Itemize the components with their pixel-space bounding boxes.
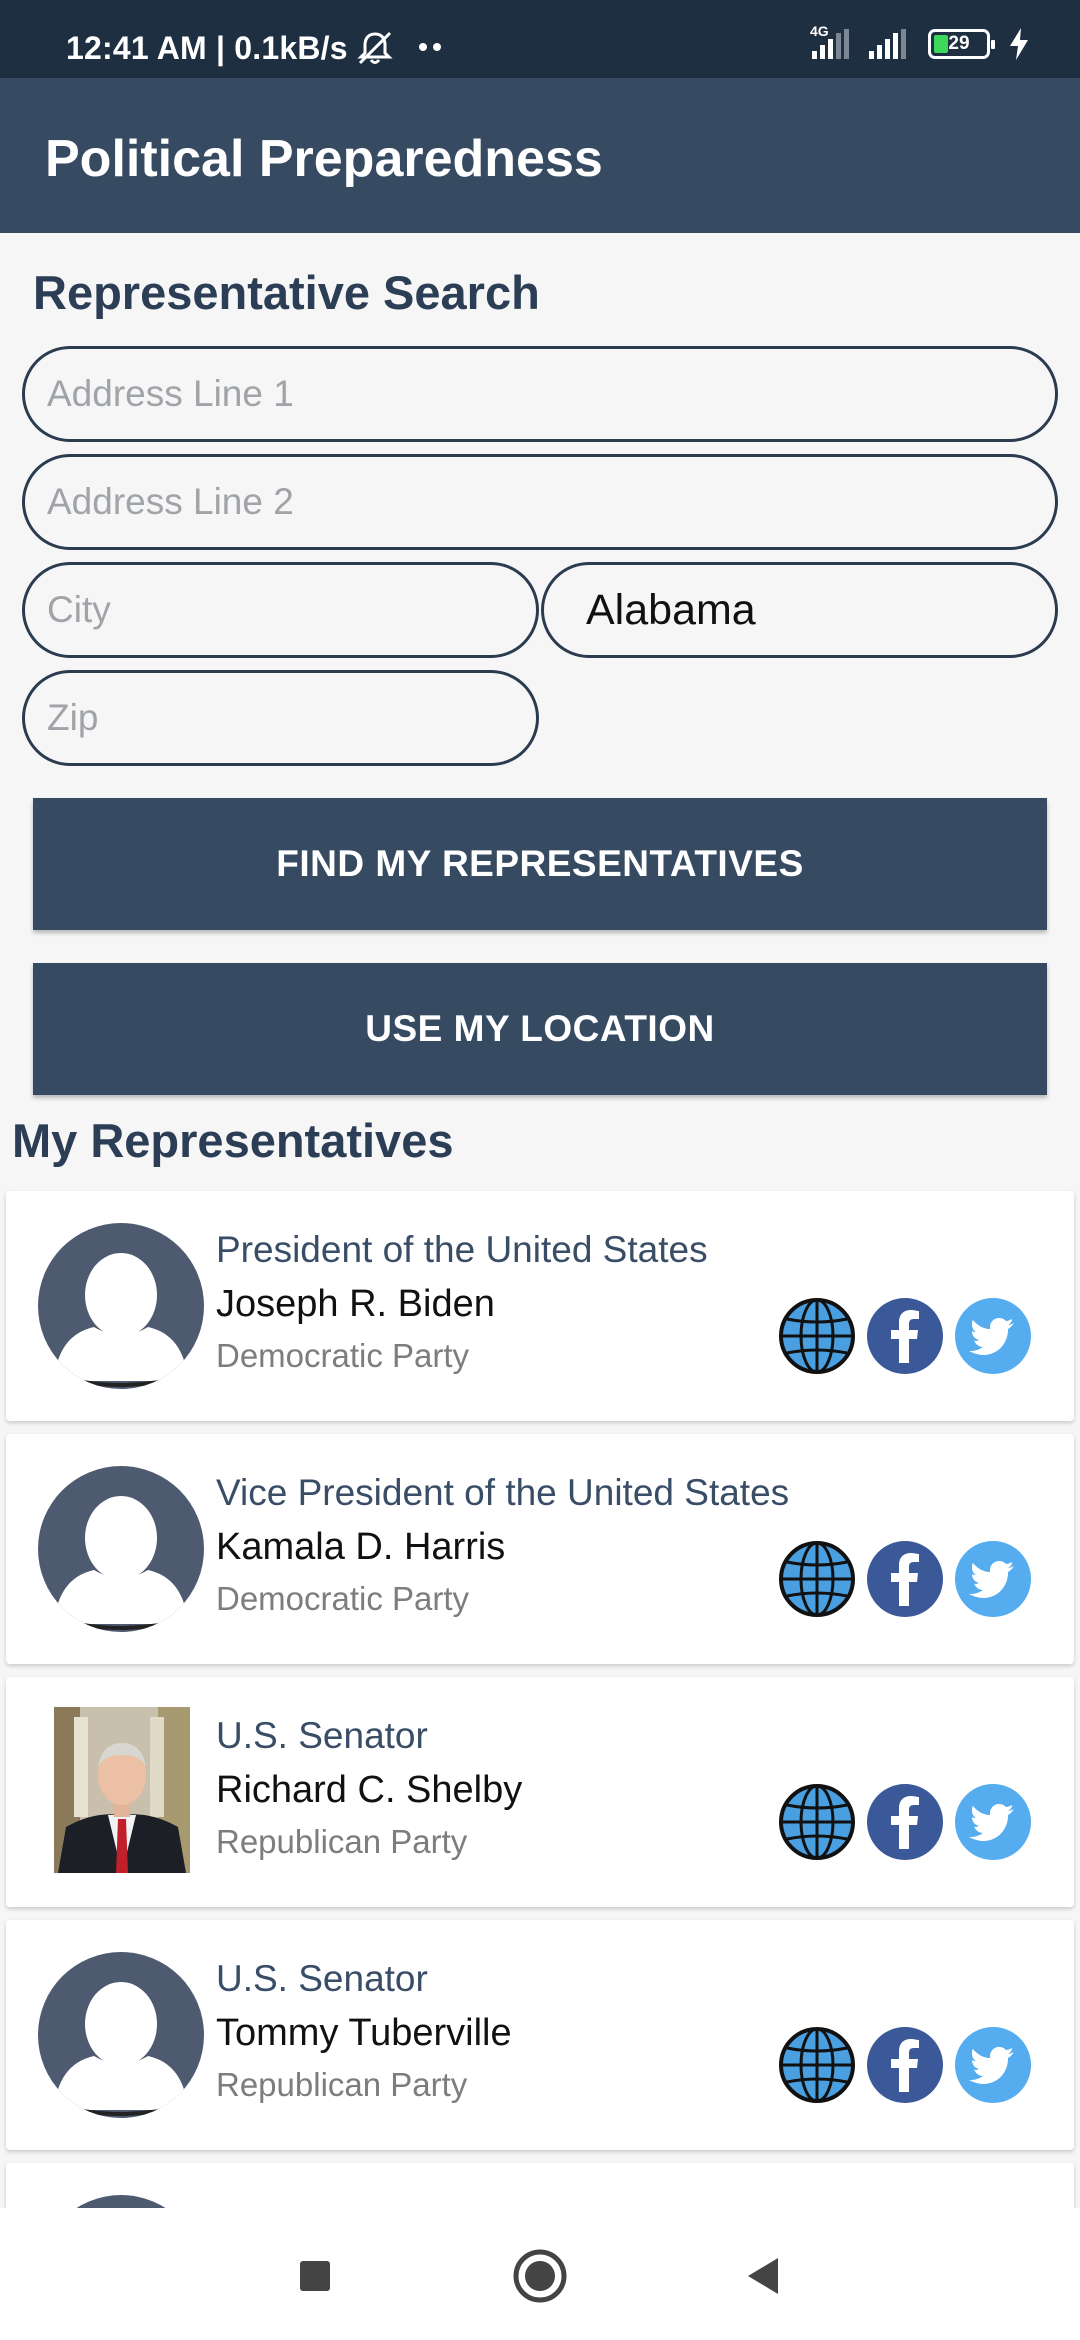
avatar bbox=[38, 1952, 204, 2118]
globe-icon[interactable] bbox=[778, 1540, 856, 1618]
photo-portrait bbox=[54, 1707, 190, 1873]
more-dots-icon bbox=[419, 43, 441, 51]
representative-party: Democratic Party bbox=[216, 1337, 470, 1374]
back-button[interactable] bbox=[733, 2246, 793, 2306]
representative-name: Kamala D. Harris bbox=[216, 1526, 506, 1568]
facebook-icon[interactable] bbox=[866, 1540, 944, 1618]
avatar-placeholder-icon bbox=[52, 1494, 190, 1630]
globe-icon[interactable] bbox=[778, 1297, 856, 1375]
representatives-section-title: My Representatives bbox=[12, 1114, 454, 1167]
representative-office: President of the United States bbox=[216, 1229, 708, 1270]
app-bar: Political Preparedness bbox=[0, 78, 1080, 233]
address-line-2-input[interactable] bbox=[22, 454, 1058, 550]
recents-square-icon bbox=[300, 2261, 330, 2291]
globe-icon[interactable] bbox=[778, 2026, 856, 2104]
avatar bbox=[38, 1466, 204, 1632]
representative-party: Republican Party bbox=[216, 1823, 468, 1860]
representative-photo bbox=[54, 1707, 190, 1873]
find-representatives-button[interactable]: FIND MY REPRESENTATIVES bbox=[33, 798, 1047, 930]
app-title: Political Preparedness bbox=[45, 130, 603, 188]
representative-card[interactable]: Vice President of the United States Kama… bbox=[6, 1434, 1074, 1664]
twitter-icon[interactable] bbox=[954, 1783, 1032, 1861]
back-triangle-icon bbox=[748, 2258, 778, 2294]
avatar-placeholder-icon bbox=[52, 1251, 190, 1387]
address-line-1-input[interactable] bbox=[22, 346, 1058, 442]
representative-party: Democratic Party bbox=[216, 1580, 470, 1617]
representative-office: Vice President of the United States bbox=[216, 1472, 790, 1513]
representative-card[interactable]: U.S. Senator Richard C. Shelby Republica… bbox=[6, 1677, 1074, 1907]
network-label: 4G bbox=[810, 23, 829, 39]
system-nav-bar bbox=[0, 2208, 1080, 2340]
twitter-icon[interactable] bbox=[954, 2026, 1032, 2104]
charging-icon bbox=[1010, 28, 1028, 60]
use-my-location-button[interactable]: USE MY LOCATION bbox=[33, 963, 1047, 1095]
twitter-icon[interactable] bbox=[954, 1540, 1032, 1618]
mute-bell-icon bbox=[357, 31, 393, 65]
globe-icon[interactable] bbox=[778, 1783, 856, 1861]
representative-office: U.S. Senator bbox=[216, 1715, 428, 1756]
twitter-icon[interactable] bbox=[954, 1297, 1032, 1375]
battery-icon: 29 bbox=[928, 29, 995, 59]
home-circle-icon bbox=[513, 2249, 567, 2303]
status-bar: 12:41 AM | 0.1kB/s 4G 29 bbox=[0, 0, 1080, 78]
status-time: 12:41 AM | 0.1kB/s bbox=[66, 30, 348, 66]
representative-card[interactable]: U.S. Senator Tommy Tuberville Republican… bbox=[6, 1920, 1074, 2150]
avatar-placeholder-icon bbox=[52, 1980, 190, 2116]
facebook-icon[interactable] bbox=[866, 2026, 944, 2104]
signal-icon bbox=[869, 29, 906, 59]
state-select[interactable]: Alabama bbox=[541, 562, 1058, 658]
representative-name: Richard C. Shelby bbox=[216, 1769, 523, 1811]
battery-percent: 29 bbox=[948, 33, 970, 54]
state-select-value: Alabama bbox=[586, 585, 756, 634]
representative-name: Tommy Tuberville bbox=[216, 2012, 512, 2054]
representative-card[interactable]: President of the United States Joseph R.… bbox=[6, 1191, 1074, 1421]
facebook-icon[interactable] bbox=[866, 1297, 944, 1375]
search-section-title: Representative Search bbox=[33, 266, 540, 319]
facebook-icon[interactable] bbox=[866, 1783, 944, 1861]
representative-name: Joseph R. Biden bbox=[216, 1283, 495, 1325]
recents-button[interactable] bbox=[285, 2246, 345, 2306]
home-button[interactable] bbox=[510, 2246, 570, 2306]
representative-party: Republican Party bbox=[216, 2066, 468, 2103]
representative-office: U.S. Senator bbox=[216, 1958, 428, 1999]
avatar bbox=[38, 1223, 204, 1389]
city-input[interactable] bbox=[22, 562, 539, 658]
zip-input[interactable] bbox=[22, 670, 539, 766]
signal-4g-icon: 4G bbox=[810, 23, 849, 59]
